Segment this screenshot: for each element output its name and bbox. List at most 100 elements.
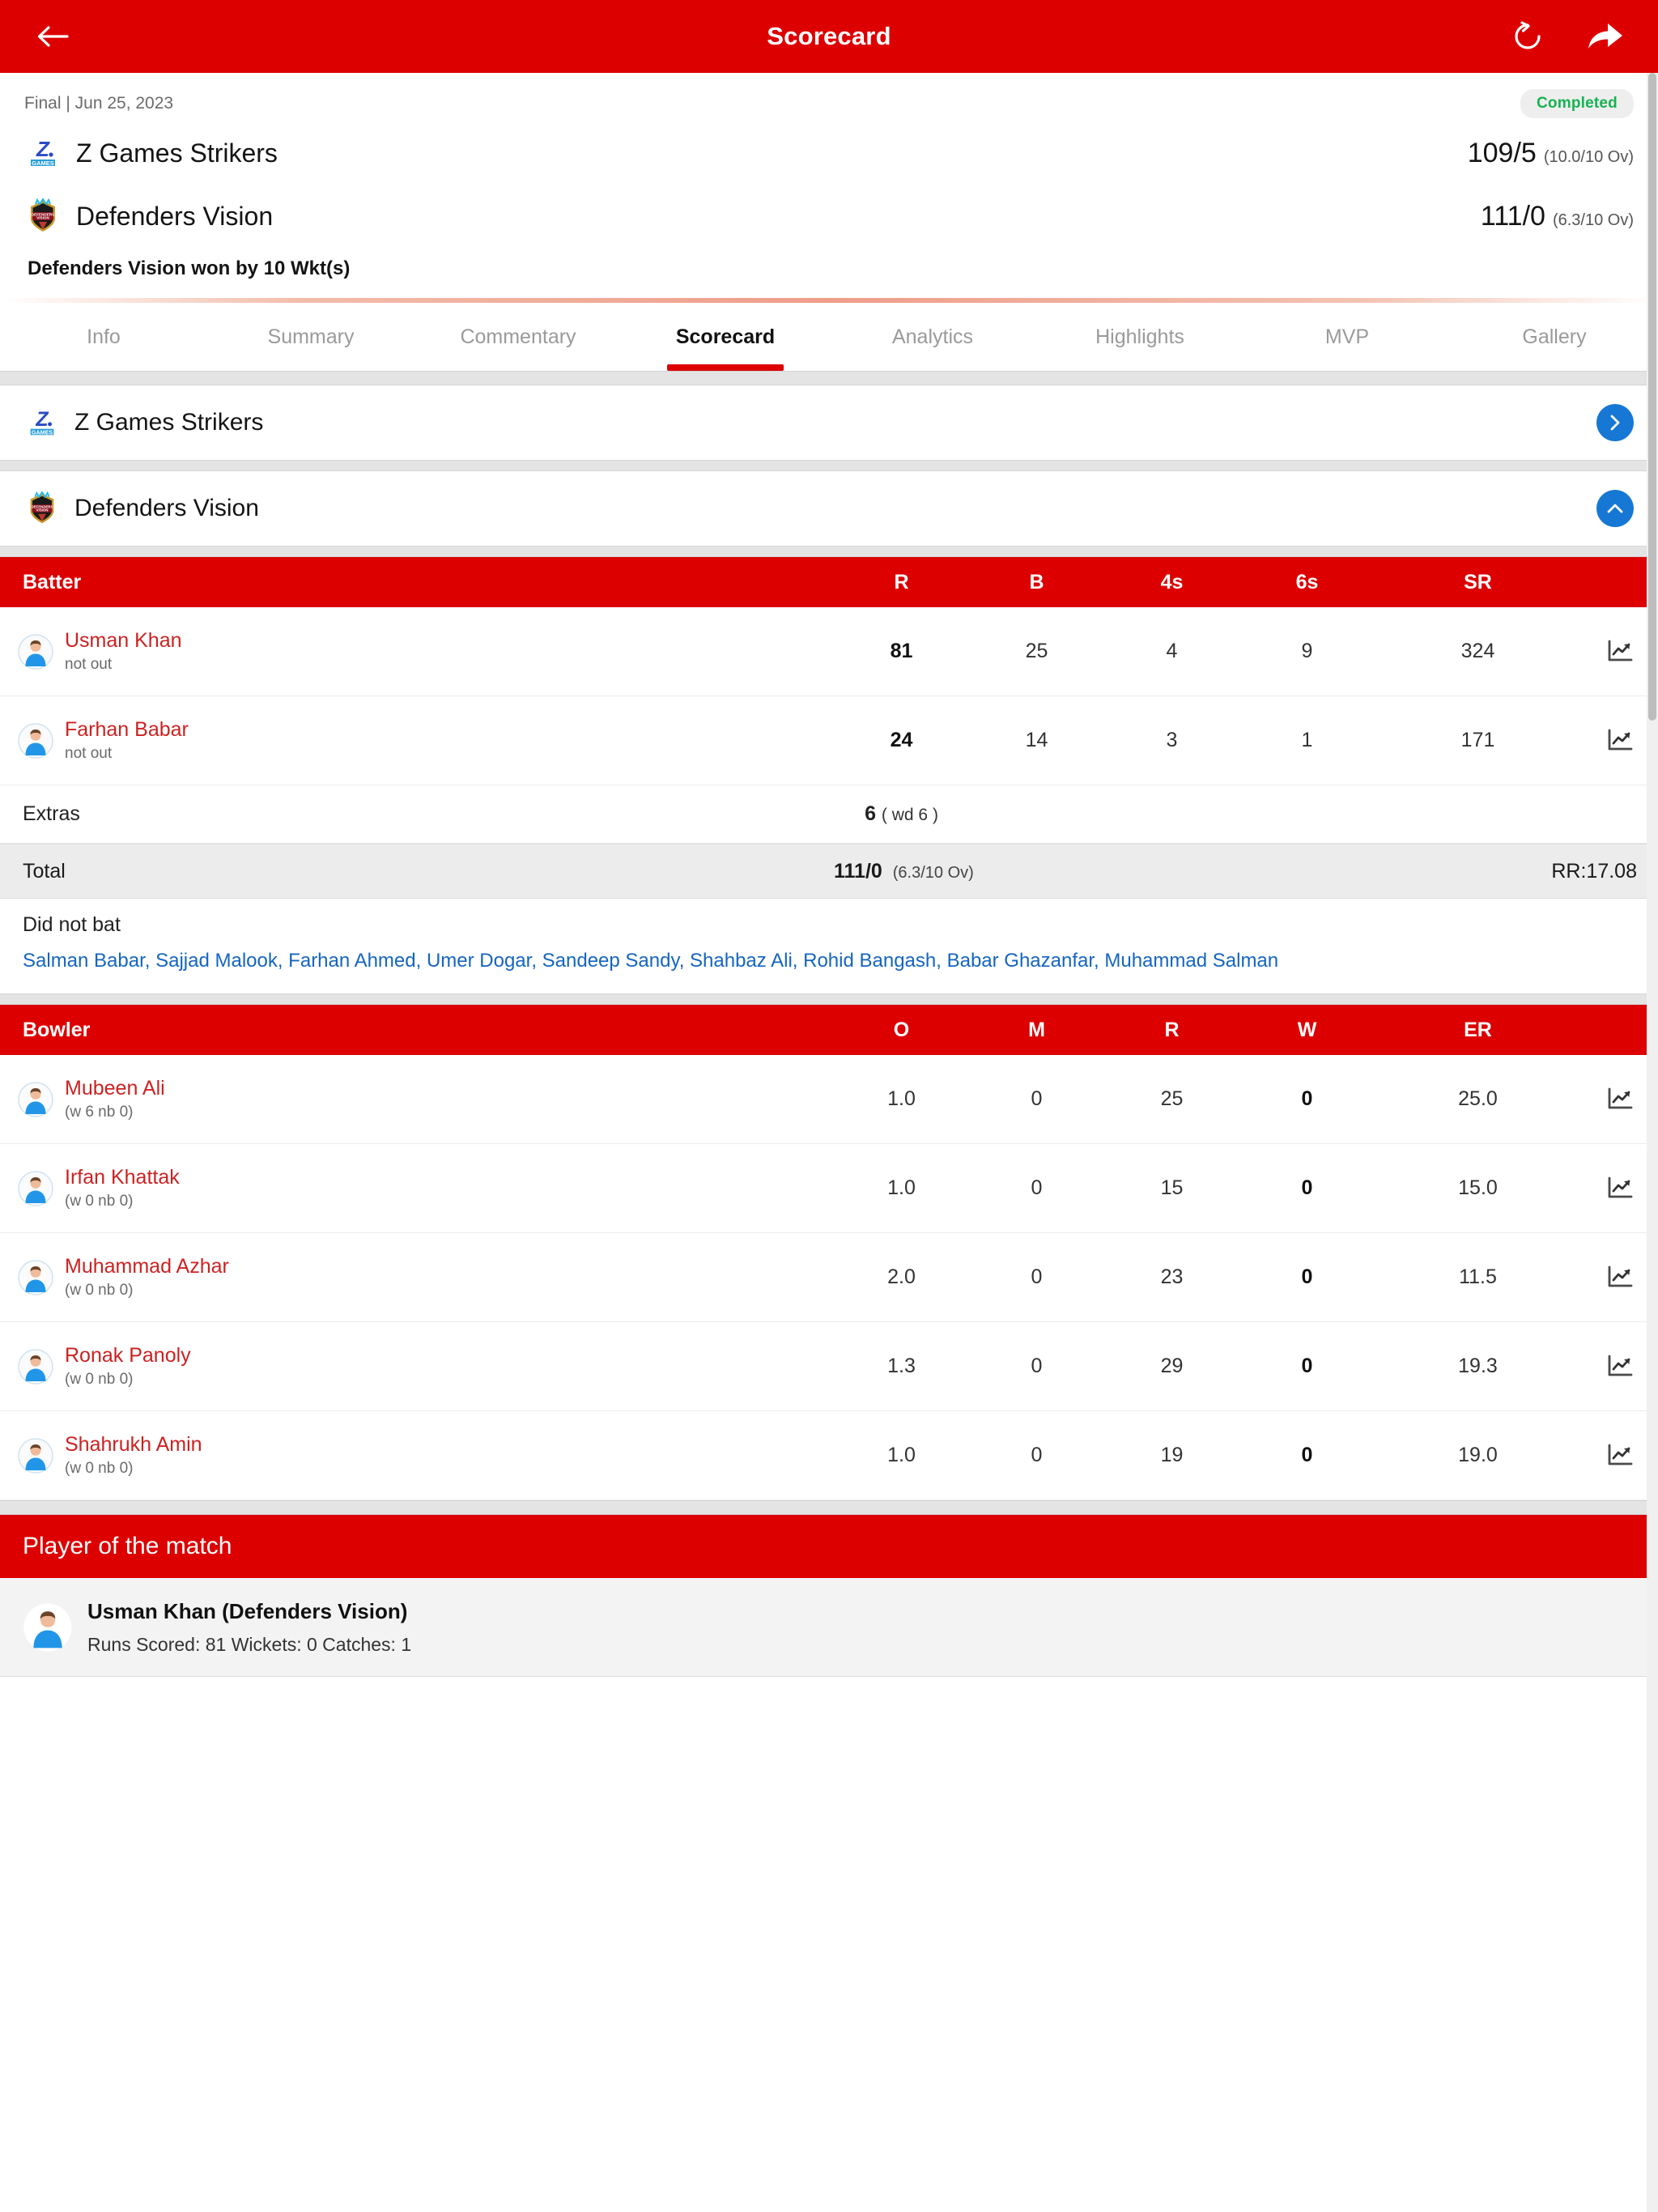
tab-highlights[interactable]: Highlights [1036,303,1244,371]
innings-accordion-z-games-strikers[interactable]: Z GAMES Z Games Strikers [0,385,1658,460]
tab-label: Analytics [891,325,974,348]
chevron-up-icon[interactable] [1596,490,1634,527]
innings-team-name: Defenders Vision [74,495,259,521]
run-rate: RR:17.08 [1551,859,1637,883]
table-row[interactable]: Mubeen Ali (w 6 nb 0) 1.0 0 25 0 25.0 [0,1055,1658,1145]
scorecard-page: Scorecard Final | Jun 25, 2023 Completed [0,0,1658,2212]
tab-info[interactable]: Info [0,303,207,371]
innings-accordion-defenders-vision[interactable]: DEFENDERS VISION Defenders Vision [0,471,1658,546]
wickets-value: 0 [1301,1087,1313,1111]
column-header-economy: ER [1464,1018,1492,1041]
tab-summary[interactable]: Summary [207,303,414,371]
table-row[interactable]: Irfan Khattak (w 0 nb 0) 1.0 0 15 0 15.0 [0,1144,1658,1234]
table-row[interactable]: Muhammad Azhar (w 0 nb 0) 2.0 0 23 0 11.… [0,1233,1658,1323]
defenders-vision-logo: DEFENDERS VISION [24,198,62,235]
bowler-cell[interactable]: Shahrukh Amin (w 0 nb 0) [0,1433,834,1478]
section-divider [0,460,1658,471]
total-score: 111/0 [834,859,882,883]
back-arrow-icon[interactable] [31,15,74,58]
tab-gallery[interactable]: Gallery [1451,303,1658,371]
total-row: Total 111/0 (6.3/10 Ov) RR:17.08 [0,844,1658,899]
scrollbar[interactable] [1647,73,1658,2212]
player-info: Shahrukh Amin (w 0 nb 0) [65,1433,202,1478]
match-meta-row: Final | Jun 25, 2023 Completed [24,73,1634,121]
bowler-cell[interactable]: Irfan Khattak (w 0 nb 0) [0,1166,834,1210]
refresh-icon[interactable] [1506,15,1550,58]
tab-scorecard[interactable]: Scorecard [622,303,829,371]
match-meta: Final | Jun 25, 2023 [24,94,174,113]
avatar [18,1438,53,1474]
wickets-value: 0 [1301,1444,1313,1467]
player-name[interactable]: Usman Khan [65,629,182,653]
runs-value: 81 [890,640,913,662]
player-name[interactable]: Farhan Babar [65,718,189,742]
bowler-cell[interactable]: Muhammad Azhar (w 0 nb 0) [0,1255,834,1300]
player-name[interactable]: Muhammad Azhar [65,1255,229,1278]
player-of-match-heading: Player of the match [0,1515,1658,1579]
table-row[interactable]: Shahrukh Amin (w 0 nb 0) 1.0 0 19 0 19.0 [0,1411,1658,1501]
tab-underline [667,364,784,371]
strike-rate-value: 171 [1460,729,1495,751]
batter-cell[interactable]: Farhan Babar not out [0,718,834,763]
team-score: 109/5 (10.0/10 Ov) [1468,138,1634,169]
player-name[interactable]: Shahrukh Amin [65,1433,202,1457]
total-label: Total [23,859,66,883]
app-bar: Scorecard [0,0,1658,73]
balls-value: 14 [1025,729,1048,751]
section-divider [0,546,1658,557]
team-overs: (6.3/10 Ov) [1552,211,1634,229]
player-name[interactable]: Mubeen Ali [65,1077,165,1100]
runs-conceded-value: 15 [1160,1176,1184,1200]
svg-text:Z: Z [35,408,49,431]
extras-label: Extras [23,802,80,825]
runs-conceded-value: 29 [1160,1355,1184,1378]
did-not-bat-players[interactable]: Salman Babar, Sajjad Malook, Farhan Ahme… [23,948,1635,974]
extras-row: Extras 6 ( wd 6 ) [0,785,1658,844]
player-info: Muhammad Azhar (w 0 nb 0) [65,1255,229,1300]
player-of-match-card[interactable]: Usman Khan (Defenders Vision) Runs Score… [0,1578,1658,1678]
overs-value: 1.0 [887,1087,916,1111]
team-score-row-1: Z GAMES Z Games Strikers 109/5 (10.0/10 … [24,121,1634,185]
table-row[interactable]: Usman Khan not out 81 25 4 9 324 [0,607,1658,696]
economy-value: 25.0 [1458,1087,1498,1111]
page-title: Scorecard [767,22,891,50]
avatar [18,633,53,670]
table-row[interactable]: Ronak Panoly (w 0 nb 0) 1.3 0 29 0 19.3 [0,1322,1658,1412]
batter-cell[interactable]: Usman Khan not out [0,629,834,674]
svg-text:VISION: VISION [36,508,49,512]
team-score: 111/0 (6.3/10 Ov) [1481,201,1634,232]
avatar [23,1602,73,1653]
economy-value: 11.5 [1459,1266,1497,1289]
player-of-match-stats: Runs Scored: 81 Wickets: 0 Catches: 1 [87,1633,412,1655]
scrollbar-thumb[interactable] [1648,73,1656,721]
player-name[interactable]: Irfan Khattak [65,1166,180,1189]
team-name: Defenders Vision [76,201,274,231]
team-name: Z Games Strikers [76,138,278,168]
share-icon[interactable] [1584,15,1627,58]
bowler-cell[interactable]: Ronak Panoly (w 0 nb 0) [0,1344,834,1389]
tab-analytics[interactable]: Analytics [829,303,1036,371]
tab-label: Info [87,325,121,348]
column-header-bowler: Bowler [23,1018,91,1041]
maidens-value: 0 [1031,1087,1043,1111]
tab-commentary[interactable]: Commentary [414,303,622,371]
economy-value: 19.3 [1458,1355,1498,1378]
player-info: Mubeen Ali (w 6 nb 0) [65,1077,165,1121]
extras-total: 6 [865,802,876,825]
innings-team-name: Z Games Strikers [74,409,264,436]
tab-label: MVP [1324,325,1370,348]
overs-value: 2.0 [887,1266,916,1289]
total-overs: (6.3/10 Ov) [892,863,974,882]
chevron-right-icon[interactable] [1596,404,1634,441]
column-header-sixes: 6s [1295,570,1319,593]
balls-value: 25 [1025,640,1048,662]
maidens-value: 0 [1031,1176,1043,1200]
bowler-cell[interactable]: Mubeen Ali (w 6 nb 0) [0,1077,834,1121]
table-row[interactable]: Farhan Babar not out 24 14 3 1 171 [0,696,1658,785]
sixes-value: 9 [1301,640,1313,662]
did-not-bat-label: Did not bat [23,913,121,936]
tab-mvp[interactable]: MVP [1244,303,1451,371]
status-badge: Completed [1520,89,1634,118]
player-name[interactable]: Ronak Panoly [65,1344,191,1368]
extras-detail: ( wd 6 ) [881,806,938,824]
